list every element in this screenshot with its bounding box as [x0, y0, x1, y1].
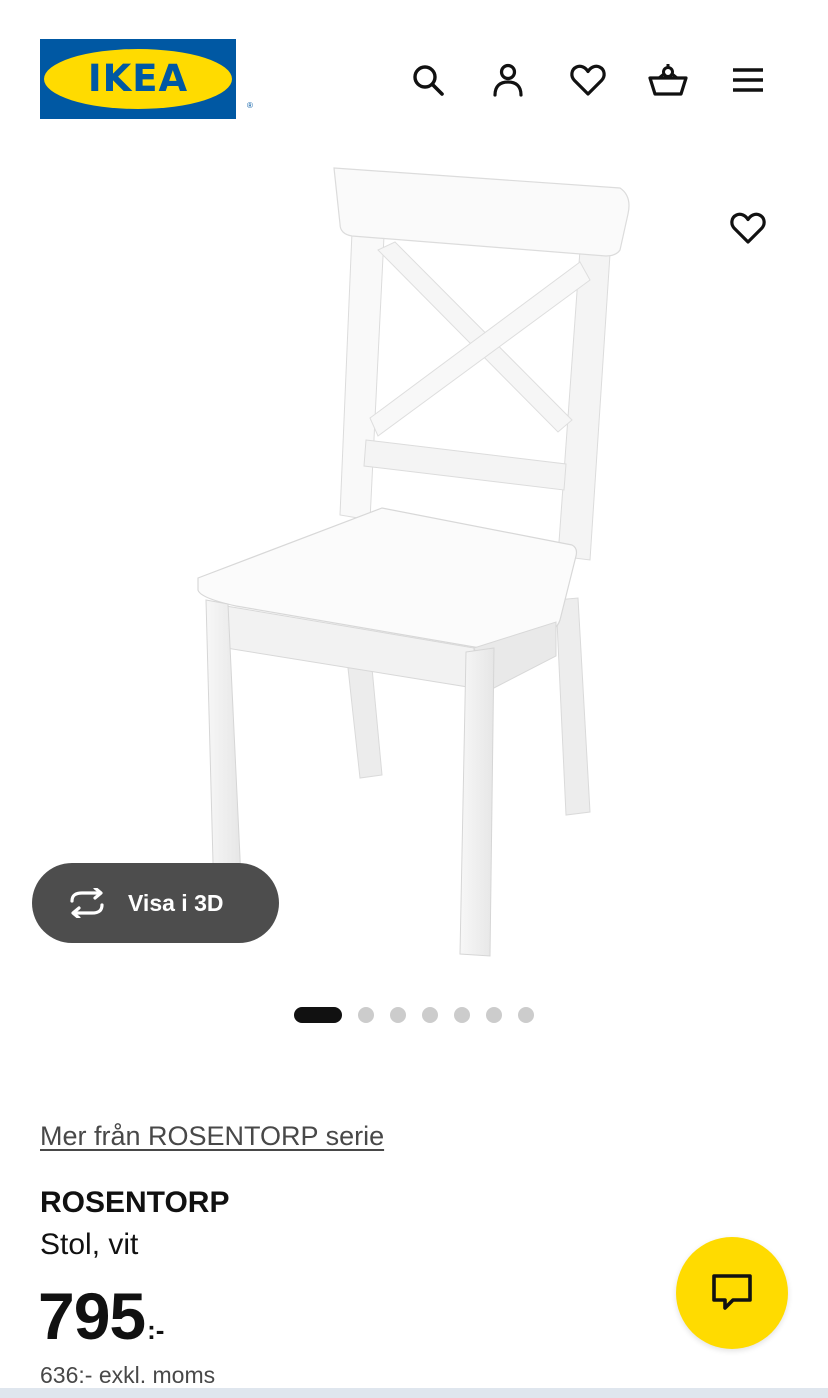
price-excl-vat: 636:- exkl. moms — [40, 1362, 216, 1388]
logo-text: IKEA — [87, 56, 189, 100]
account-button[interactable] — [484, 56, 532, 104]
product-price: 795 :- — [38, 1278, 164, 1354]
carousel-dot[interactable] — [390, 1007, 406, 1023]
basket-icon — [648, 64, 688, 96]
price-suffix: :- — [147, 1315, 165, 1345]
rotate-3d-icon — [70, 888, 104, 918]
chair-illustration — [197, 167, 630, 957]
chat-button[interactable] — [676, 1237, 788, 1349]
search-button[interactable] — [404, 56, 452, 104]
heart-icon — [730, 212, 766, 244]
product-image[interactable] — [0, 150, 828, 980]
menu-icon — [733, 68, 763, 92]
header: IKEA ® — [0, 0, 828, 160]
ikea-logo[interactable]: IKEA ® — [40, 39, 253, 119]
view-in-3d-button[interactable]: Visa i 3D — [32, 863, 279, 943]
product-favourite-button[interactable] — [724, 204, 772, 252]
carousel-dot[interactable] — [358, 1007, 374, 1023]
product-description: Stol, vit — [40, 1228, 139, 1261]
chat-icon — [712, 1274, 752, 1310]
carousel-dot[interactable] — [486, 1007, 502, 1023]
heart-icon — [570, 64, 606, 96]
account-icon — [493, 63, 523, 97]
favourites-button[interactable] — [564, 56, 612, 104]
view-in-3d-label: Visa i 3D — [128, 889, 224, 916]
series-link[interactable]: Mer från ROSENTORP serie — [40, 1121, 384, 1152]
carousel-dot[interactable] — [518, 1007, 534, 1023]
carousel-dot[interactable] — [454, 1007, 470, 1023]
price-integer: 795 — [38, 1279, 146, 1353]
carousel-dot[interactable] — [422, 1007, 438, 1023]
logo-registered-mark: ® — [247, 101, 253, 110]
menu-button[interactable] — [724, 56, 772, 104]
basket-button[interactable] — [644, 56, 692, 104]
search-icon — [413, 65, 444, 96]
product-name: ROSENTORP — [40, 1186, 230, 1219]
bottom-edge — [0, 1388, 828, 1398]
carousel-pagination — [294, 1006, 534, 1024]
carousel-dot-active[interactable] — [294, 1007, 342, 1023]
